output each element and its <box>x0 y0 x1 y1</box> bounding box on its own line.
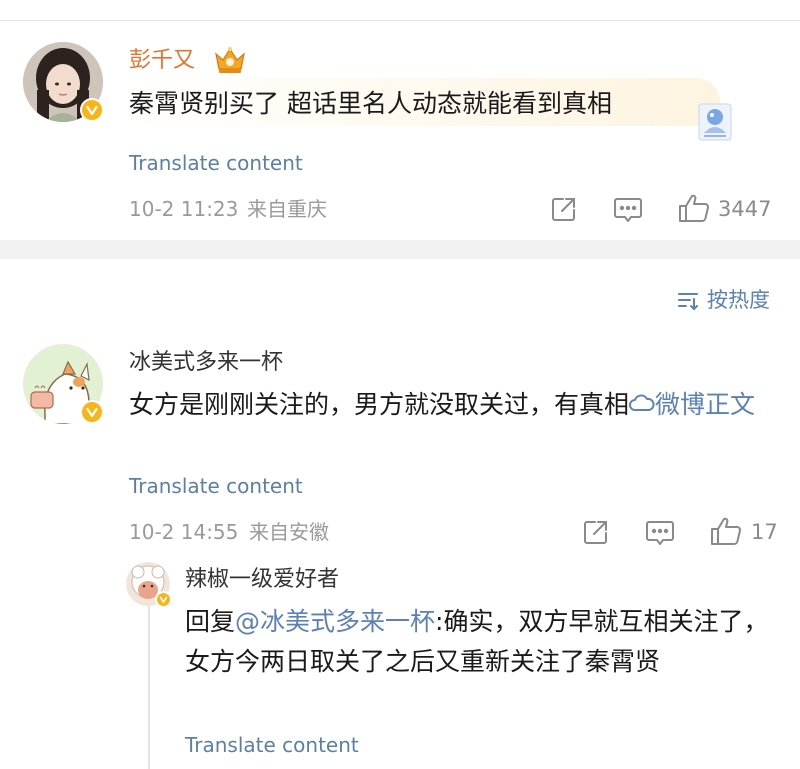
crown-badge-icon <box>212 45 248 75</box>
translate-link[interactable]: Translate content <box>129 473 303 499</box>
divider-top <box>0 20 800 21</box>
translate-link[interactable]: Translate content <box>185 732 359 758</box>
comment-location: 来自安徽 <box>249 520 329 544</box>
like-icon[interactable] <box>710 516 742 546</box>
like-count: 3447 <box>718 197 772 221</box>
comment-time: 10-2 11:23 <box>129 197 239 221</box>
translate-link[interactable]: Translate content <box>129 150 303 176</box>
reply-text-block: 回复@冰美式多来一杯:确实，双方早就互相关注了，女方今两日取关了之后又重新关注了… <box>185 602 775 682</box>
comment-time: 10-2 14:55 <box>129 520 239 544</box>
username[interactable]: 冰美式多来一杯 <box>129 348 283 378</box>
link-icon <box>629 394 655 411</box>
mention-link[interactable]: @冰美式多来一杯 <box>235 607 435 636</box>
username[interactable]: 辣椒一级爱好者 <box>185 565 339 595</box>
comment-text: 女方是刚刚关注的，男方就没取关过，有真相 <box>129 390 630 419</box>
sort-label: 按热度 <box>707 288 770 312</box>
weibo-link[interactable]: 微博正文 <box>629 390 755 419</box>
username[interactable]: 彭千又 <box>129 46 195 76</box>
share-icon[interactable] <box>582 518 610 546</box>
sort-icon <box>676 288 700 312</box>
section-divider <box>0 240 800 259</box>
like-icon[interactable] <box>678 193 710 223</box>
share-icon[interactable] <box>550 195 578 223</box>
comment-text-block: 女方是刚刚关注的，男方就没取关过，有真相 微博正文 <box>129 385 779 425</box>
verified-icon <box>80 400 104 424</box>
weibo-link-text: 微博正文 <box>655 390 756 419</box>
sticker-icon <box>698 103 732 141</box>
comment-location: 来自重庆 <box>247 197 327 221</box>
comment-text: 秦霄贤别买了 超话里名人动态就能看到真相 <box>129 89 612 118</box>
comment-icon[interactable] <box>613 196 643 224</box>
like-count: 17 <box>751 520 778 544</box>
reply-thread-line <box>148 606 150 769</box>
verified-icon <box>80 98 104 122</box>
reply-prefix: 回复 <box>185 607 236 636</box>
verified-icon <box>155 591 172 608</box>
comment-icon[interactable] <box>645 519 675 547</box>
